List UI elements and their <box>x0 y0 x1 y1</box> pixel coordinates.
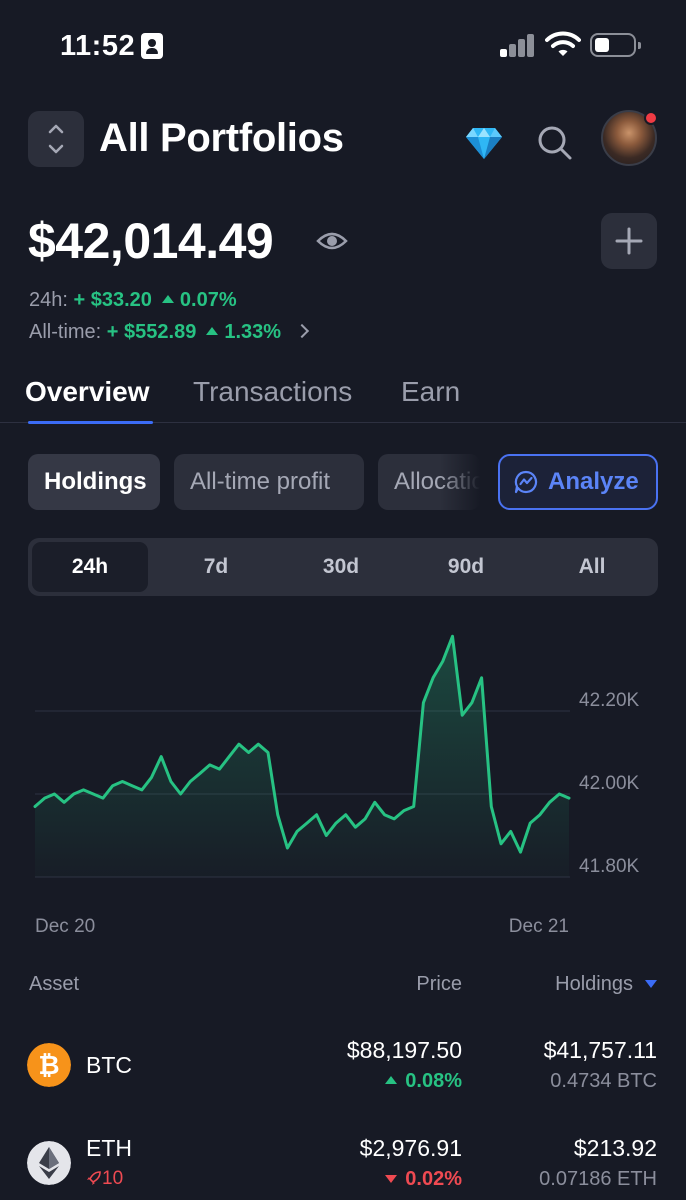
holding-value: $41,757.11 <box>543 1037 657 1063</box>
y-tick-label: 42.20K <box>579 690 640 711</box>
tab-transactions[interactable]: Transactions <box>193 376 352 408</box>
arrow-up-icon <box>385 1076 398 1084</box>
chip-holdings[interactable]: Holdings <box>28 454 160 510</box>
asset-price-change: 0.02% <box>385 1168 462 1191</box>
portfolio-line-chart[interactable]: 42.20K 42.00K 41.80K Dec 20 Dec 21 <box>0 620 686 950</box>
arrow-up-icon <box>161 295 174 303</box>
holdings-header-label: Holdings <box>555 973 633 995</box>
chevron-up-down-icon <box>48 124 64 154</box>
range-all[interactable]: All <box>534 542 650 592</box>
time-range-selector: 24h 7d 30d 90d All <box>28 538 658 596</box>
column-header-holdings[interactable]: Holdings <box>555 973 657 996</box>
rocket-icon <box>87 1171 101 1185</box>
add-transaction-button[interactable] <box>601 213 657 269</box>
notification-dot <box>644 111 658 125</box>
alltime-change-percent: 1.33% <box>224 321 282 343</box>
x-tick-label: Dec 21 <box>509 916 569 937</box>
status-time: 11:52 <box>60 30 136 62</box>
asset-change-value: 0.08% <box>405 1070 462 1092</box>
search-icon[interactable] <box>536 124 574 162</box>
plus-icon <box>615 227 643 255</box>
boost-count: 10 <box>102 1168 124 1189</box>
portfolio-switch-button[interactable] <box>28 111 84 167</box>
wifi-icon <box>545 31 581 56</box>
holding-value: $213.92 <box>573 1135 657 1161</box>
day-change-label: 24h: <box>29 289 68 311</box>
column-header-asset[interactable]: Asset <box>29 973 79 996</box>
asset-price: $2,976.91 <box>359 1135 462 1161</box>
range-90d[interactable]: 90d <box>408 542 524 592</box>
eye-icon[interactable] <box>316 228 348 254</box>
ethereum-icon <box>27 1141 71 1185</box>
arrow-down-icon <box>385 1175 398 1183</box>
y-tick-label: 42.00K <box>579 773 640 794</box>
tab-earn[interactable]: Earn <box>401 376 460 408</box>
range-7d[interactable]: 7d <box>158 542 274 592</box>
sort-desc-icon <box>645 980 657 988</box>
asset-price-change: 0.08% <box>385 1070 462 1093</box>
day-change-percent: 0.07% <box>179 289 237 311</box>
alltime-change-row[interactable]: All-time: + $552.89 1.33% <box>29 321 310 344</box>
bitcoin-icon: ₿ <box>27 1043 71 1087</box>
y-tick-label: 41.80K <box>579 856 640 877</box>
status-bar: 11:52 <box>0 0 686 92</box>
battery-icon <box>590 33 641 57</box>
holding-quantity: 0.4734 BTC <box>550 1070 657 1092</box>
holding-quantity: 0.07186 ETH <box>539 1168 657 1190</box>
alltime-change-amount: + $552.89 <box>106 321 197 343</box>
x-tick-label: Dec 20 <box>35 916 95 937</box>
portfolio-balance: $42,014.49 <box>28 213 274 269</box>
asset-symbol: ETH <box>86 1135 132 1161</box>
chip-alltime-profit[interactable]: All-time profit <box>174 454 364 510</box>
tab-overview[interactable]: Overview <box>25 376 150 408</box>
analyze-icon <box>514 470 538 494</box>
svg-text:₿: ₿ <box>38 1050 59 1080</box>
analyze-button[interactable]: Analyze <box>498 454 658 510</box>
boost-badge: 10 <box>86 1168 123 1190</box>
alltime-change-label: All-time: <box>29 321 102 343</box>
range-24h[interactable]: 24h <box>32 542 148 592</box>
range-30d[interactable]: 30d <box>283 542 399 592</box>
asset-change-value: 0.02% <box>405 1168 462 1190</box>
asset-symbol: BTC <box>86 1052 132 1078</box>
arrow-up-icon <box>206 327 219 335</box>
day-change-row: 24h: + $33.20 0.07% <box>29 289 237 312</box>
diamond-premium-icon[interactable] <box>465 126 503 160</box>
cellular-signal-icon <box>500 33 536 57</box>
chips-fade <box>440 454 480 510</box>
chevron-right-icon <box>294 323 310 339</box>
page-title[interactable]: All Portfolios <box>99 116 344 161</box>
active-tab-indicator <box>28 421 153 424</box>
id-card-icon <box>141 33 163 59</box>
analyze-label: Analyze <box>548 468 639 495</box>
column-header-price[interactable]: Price <box>416 973 462 996</box>
day-change-amount: + $33.20 <box>73 289 152 311</box>
asset-price: $88,197.50 <box>346 1037 462 1063</box>
